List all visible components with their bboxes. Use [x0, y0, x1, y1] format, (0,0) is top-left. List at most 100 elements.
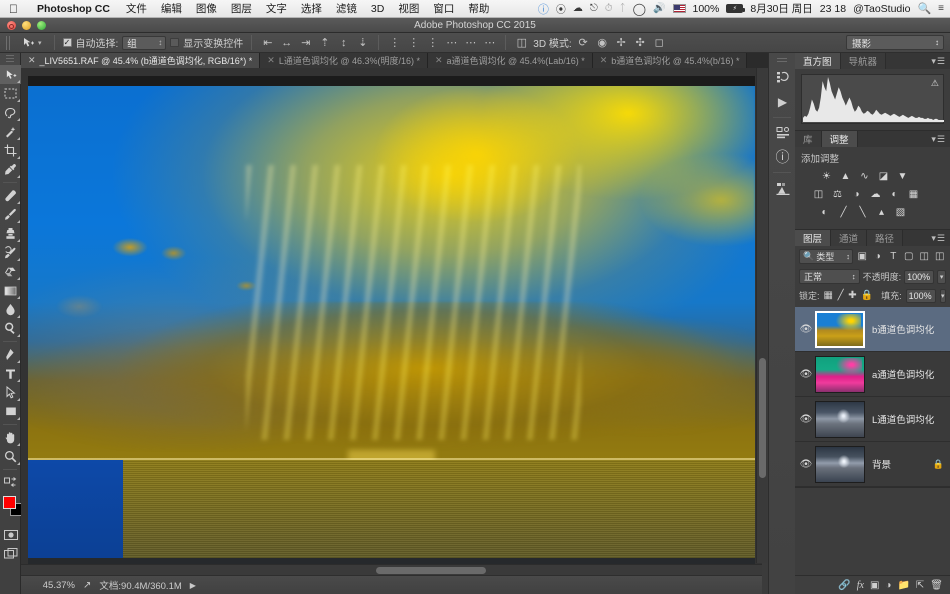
bluetooth-icon[interactable]: ᛏ	[620, 3, 626, 14]
fill-stepper[interactable]: ▾	[939, 288, 946, 303]
clone-stamp-tool[interactable]	[0, 224, 21, 243]
table-row[interactable]: 👁 a通道色调均化	[795, 352, 950, 397]
layer-thumbnail[interactable]	[815, 400, 865, 438]
align-right-edges-icon[interactable]: ⇥	[298, 35, 313, 50]
zoom-button[interactable]	[37, 21, 46, 30]
canvas-horizontal-scrollbar[interactable]	[21, 564, 762, 575]
document-tab-1[interactable]: ✕ L通道色调均化 @ 46.3%(明度/16) *	[260, 53, 428, 68]
distribute-right-icon[interactable]: ⋯	[482, 35, 497, 50]
filter-pixel-icon[interactable]: ▣	[856, 249, 869, 264]
fill-value[interactable]: 100%	[905, 288, 936, 303]
opacity-value[interactable]: 100%	[904, 269, 935, 284]
tab-library[interactable]: 库	[795, 131, 822, 147]
menu-layer[interactable]: 图层	[224, 1, 259, 16]
menu-window[interactable]: 窗口	[426, 1, 461, 16]
blur-tool[interactable]	[0, 300, 21, 319]
threshold-icon[interactable]: ╲	[855, 205, 870, 219]
dodge-tool[interactable]	[0, 319, 21, 338]
tab-channels[interactable]: 通道	[831, 230, 868, 246]
auto-select-checkbox[interactable]: ✓	[62, 38, 72, 47]
auto-distribute-icon[interactable]: ◫	[514, 35, 529, 50]
photo-filter-icon[interactable]: ☁	[868, 187, 883, 201]
layer-mask-icon[interactable]: ▣	[870, 580, 879, 591]
info-icon[interactable]: ⓘ	[538, 1, 549, 17]
eye-icon[interactable]: 👁	[797, 459, 815, 470]
rectangle-tool[interactable]	[0, 402, 21, 421]
close-icon[interactable]: ✕	[435, 55, 443, 66]
layer-name[interactable]: 背景	[865, 457, 933, 471]
color-balance-icon[interactable]: ⚖	[830, 187, 845, 201]
brightness-contrast-icon[interactable]: ☀	[819, 169, 834, 183]
3d-pan-icon[interactable]: ✢	[614, 35, 629, 50]
document-tab-2[interactable]: ✕ a通道色调均化 @ 45.4%(Lab/16) *	[427, 53, 593, 68]
distribute-top-icon[interactable]: ⋮	[387, 35, 402, 50]
battery-charging-icon[interactable]: ⚡	[726, 4, 746, 13]
menu-select[interactable]: 选择	[294, 1, 329, 16]
align-bottom-edges-icon[interactable]: ⇣	[355, 35, 370, 50]
eraser-tool[interactable]	[0, 262, 21, 281]
tab-histogram[interactable]: 直方图	[795, 53, 841, 69]
panel-menu-icon[interactable]: ▾☰	[931, 134, 946, 145]
tab-navigator[interactable]: 导航器	[840, 53, 887, 69]
vibrance-icon[interactable]: ▼	[895, 169, 910, 183]
close-icon[interactable]: ✕	[267, 55, 275, 66]
panel-menu-icon[interactable]: ▾☰	[931, 233, 946, 244]
cloud-icon[interactable]: ☁	[573, 3, 583, 14]
actions-panel-icon[interactable]: ▶	[769, 90, 796, 114]
hand-tool[interactable]	[0, 428, 21, 447]
minimize-button[interactable]	[22, 21, 31, 30]
close-icon[interactable]: ✕	[28, 55, 36, 66]
black-white-icon[interactable]: ◑	[849, 187, 864, 201]
lock-position-icon[interactable]: ✚	[848, 288, 856, 303]
levels-icon[interactable]: ▲	[838, 169, 853, 183]
timemachine-icon[interactable]: ⏱	[605, 3, 613, 14]
3d-camera-icon[interactable]: ◻	[652, 35, 667, 50]
distribute-left-icon[interactable]: ⋯	[444, 35, 459, 50]
distribute-bottom-icon[interactable]: ⋮	[425, 35, 440, 50]
edit-toolbar-icon[interactable]	[0, 473, 21, 492]
quick-selection-tool[interactable]	[0, 122, 21, 141]
menubar-app-name[interactable]: Photoshop CC	[28, 3, 119, 15]
menu-file[interactable]: 文件	[119, 1, 154, 16]
zoom-tool[interactable]	[0, 447, 21, 466]
document-tab-0[interactable]: ✕ _LIV5651.RAF @ 45.4% (b通道色调均化, RGB/16*…	[21, 53, 261, 68]
vertical-scroll-thumb[interactable]	[759, 358, 766, 478]
close-button[interactable]	[7, 21, 16, 30]
layer-thumbnail[interactable]	[815, 310, 865, 348]
lock-image-icon[interactable]: ╱	[837, 288, 844, 303]
eye-icon[interactable]: 👁	[797, 414, 815, 425]
menubar-user[interactable]: @TaoStudio	[853, 3, 910, 15]
foreground-color-swatch[interactable]	[3, 496, 16, 509]
canvas-vertical-scrollbar[interactable]	[756, 68, 767, 563]
align-vertical-centers-icon[interactable]: ↕	[336, 35, 351, 50]
wifi-icon[interactable]: ◯	[633, 2, 646, 16]
info-panel-icon[interactable]: ⓘ	[769, 145, 796, 169]
brush-tool[interactable]	[0, 205, 21, 224]
history-panel-icon[interactable]	[769, 66, 796, 90]
layer-filter-select[interactable]: 🔍 类型	[799, 249, 853, 264]
posterize-icon[interactable]: ╱	[836, 205, 851, 219]
distribute-hcenter-icon[interactable]: ⋯	[463, 35, 478, 50]
properties-panel-icon[interactable]	[769, 121, 796, 145]
layer-thumbnail[interactable]	[815, 445, 865, 483]
3d-roll-icon[interactable]: ◉	[595, 35, 610, 50]
history-brush-tool[interactable]	[0, 243, 21, 262]
gradient-tool[interactable]	[0, 281, 21, 300]
move-tool[interactable]	[0, 65, 21, 84]
color-swatches[interactable]	[3, 496, 23, 523]
spot-healing-tool[interactable]	[0, 186, 21, 205]
3d-orbit-icon[interactable]: ⟳	[576, 35, 591, 50]
canvas-area[interactable]	[21, 68, 762, 575]
tab-paths[interactable]: 路径	[867, 230, 904, 246]
layer-thumbnail[interactable]	[815, 355, 865, 393]
eye-icon[interactable]: 👁	[797, 324, 815, 335]
menu-image[interactable]: 图像	[189, 1, 224, 16]
invert-icon[interactable]: ◐	[817, 205, 832, 219]
distribute-vcenter-icon[interactable]: ⋮	[406, 35, 421, 50]
menu-type[interactable]: 文字	[259, 1, 294, 16]
delete-layer-icon[interactable]: 🗑	[930, 580, 943, 591]
eye-icon[interactable]: 👁	[797, 369, 815, 380]
align-left-edges-icon[interactable]: ⇤	[260, 35, 275, 50]
3d-slide-icon[interactable]: ✣	[633, 35, 648, 50]
zoom-level[interactable]: 45.37%	[27, 580, 75, 591]
